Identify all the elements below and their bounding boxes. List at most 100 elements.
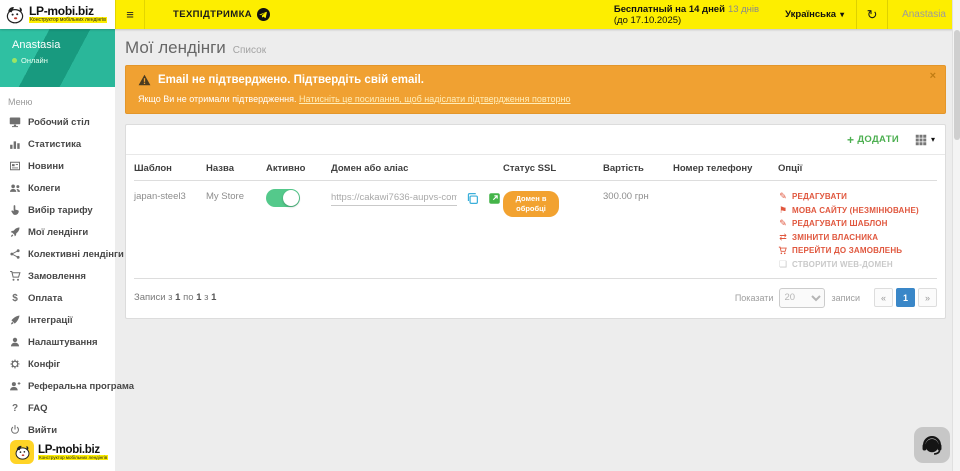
profile-status: Онлайн	[21, 56, 48, 65]
profile-block: Anastasia Онлайн	[0, 29, 115, 87]
gears-icon	[9, 358, 21, 370]
sidebar-footer-logo[interactable]: LP-mobi.biz Конструктор мобільних лендін…	[0, 435, 115, 469]
user-menu[interactable]: Anastasia	[888, 0, 960, 29]
logo-title: LP-mobi.biz	[29, 6, 107, 17]
main-content: Мої лендінги Список Email не підтверджен…	[115, 29, 952, 471]
menu-section-label: Меню	[0, 87, 115, 111]
pagination-page-1-button[interactable]: 1	[896, 288, 915, 307]
col-header-name: Назва	[206, 155, 266, 180]
col-header-template: Шаблон	[134, 155, 206, 180]
sidebar-item-my-landings[interactable]: Мої лендінги	[0, 221, 115, 243]
close-icon[interactable]: ×	[930, 71, 936, 81]
scrollbar-thumb[interactable]	[954, 30, 960, 140]
sidebar-item-label: Колеги	[28, 183, 60, 194]
sidebar-item-label: Новини	[28, 161, 64, 172]
page-subtitle: Список	[233, 45, 266, 56]
domain-input[interactable]	[331, 191, 457, 206]
option-edit-template-link[interactable]: ✎ РЕДАГУВАТИ ШАБЛОН	[778, 218, 935, 229]
exchange-icon: ⇄	[778, 232, 788, 243]
option-change-owner-link[interactable]: ⇄ ЗМІНИТИ ВЛАСНИКА	[778, 232, 935, 243]
sidebar-item-payment[interactable]: $ Оплата	[0, 287, 115, 309]
sidebar-item-label: Вибір тарифу	[28, 205, 93, 216]
flag-icon: ⚑	[778, 205, 788, 216]
trial-status: Бесплатный на 14 дней13 днів (до 17.10.2…	[614, 0, 773, 29]
sidebar-item-settings[interactable]: Налаштування	[0, 331, 115, 353]
sidebar-item-referral[interactable]: Реферальна програма	[0, 375, 115, 397]
hand-pointer-icon	[9, 204, 21, 216]
news-icon	[9, 160, 21, 172]
edit-icon: ✎	[778, 191, 788, 202]
option-site-language-link[interactable]: ⚑ МОВА САЙТУ (НЕЗМІНЮВАНЕ)	[778, 205, 935, 216]
sidebar-item-config[interactable]: Конфіг	[0, 353, 115, 375]
support-label: ТЕХПІДТРИМКА	[173, 9, 252, 20]
language-selector[interactable]: Українська ▾	[773, 0, 856, 29]
footer-logo-subtitle: Конструктор мобільних лендінгів	[38, 455, 108, 460]
sidebar-item-news[interactable]: Новини	[0, 155, 115, 177]
banner-title: Email не підтверджено. Підтвердіть свій …	[158, 74, 424, 86]
trial-plan-label: Бесплатный на 14 дней	[614, 4, 725, 15]
option-edit-link[interactable]: ✎ РЕДАГУВАТИ	[778, 191, 935, 202]
option-go-to-orders-link[interactable]: ПЕРЕЙТИ ДО ЗАМОВЛЕНЬ	[778, 245, 935, 256]
telegram-icon	[257, 8, 270, 21]
sidebar-item-orders[interactable]: Замовлення	[0, 265, 115, 287]
sidebar-item-collective-landings[interactable]: Колективні лендінги	[0, 243, 115, 265]
show-label: Показати	[735, 293, 774, 303]
headset-icon	[920, 433, 944, 457]
copy-icon[interactable]	[466, 192, 479, 205]
question-icon: ?	[9, 402, 21, 414]
email-warning-banner: Email не підтверджено. Підтвердіть свій …	[125, 65, 946, 114]
edit-icon: ✎	[778, 218, 788, 229]
sidebar-item-integrations[interactable]: Інтеграції	[0, 309, 115, 331]
table-row: japan-steel3 My Store	[134, 181, 937, 279]
sidebar-item-colleagues[interactable]: Колеги	[0, 177, 115, 199]
option-create-web-domain-link[interactable]: ❏ СТВОРИТИ WEB-ДОМЕН	[778, 259, 935, 270]
ssl-status-badge: Домен в обробці	[503, 191, 559, 217]
active-toggle[interactable]	[266, 189, 300, 207]
share-icon	[9, 248, 21, 260]
page-size-select[interactable]: 20	[779, 288, 825, 308]
col-header-phone: Номер телефону	[673, 155, 778, 180]
dog-logo-icon	[10, 440, 34, 464]
records-info: Записи з 1 по 1 з 1	[134, 292, 216, 303]
records-label: записи	[831, 293, 860, 303]
dog-logo-icon	[5, 5, 25, 25]
trial-days-left: 13 днів	[728, 4, 759, 15]
warning-icon	[138, 74, 151, 86]
page-scrollbar[interactable]	[952, 0, 960, 471]
logo-subtitle: Конструктор мобільних лендінгів	[29, 17, 107, 23]
tech-support-link[interactable]: ТЕХПІДТРИМКА	[159, 0, 284, 29]
sidebar-item-tariff[interactable]: Вибір тарифу	[0, 199, 115, 221]
sidebar-item-label: Оплата	[28, 293, 62, 304]
col-header-active: Активно	[266, 155, 331, 180]
pagination-prev-button[interactable]: «	[874, 288, 893, 307]
sidebar-item-statistics[interactable]: Статистика	[0, 133, 115, 155]
sidebar: Anastasia Онлайн Меню Робочий стіл Стати…	[0, 29, 115, 471]
sidebar-item-faq[interactable]: ? FAQ	[0, 397, 115, 419]
users-icon	[9, 182, 21, 194]
sidebar-toggle-button[interactable]: ≡	[115, 0, 145, 29]
sidebar-item-label: Статистика	[28, 139, 81, 150]
open-external-icon[interactable]	[488, 192, 501, 205]
profile-name: Anastasia	[12, 39, 115, 51]
pagination-next-button[interactable]: »	[918, 288, 937, 307]
cart-icon	[778, 246, 788, 255]
sidebar-item-label: Налаштування	[28, 337, 98, 348]
col-header-ssl: Статус SSL	[503, 155, 603, 180]
sidebar-item-label: Замовлення	[28, 271, 86, 282]
pen-icon	[9, 314, 21, 326]
chevron-down-icon: ▾	[840, 10, 844, 19]
add-landing-button[interactable]: + ДОДАТИ	[847, 133, 899, 147]
sidebar-item-label: Конфіг	[28, 359, 60, 370]
column-settings-button[interactable]: ▾	[915, 134, 935, 146]
footer-logo-title: LP-mobi.biz	[38, 445, 108, 455]
sidebar-item-label: Інтеграції	[28, 315, 73, 326]
app-logo[interactable]: LP-mobi.biz Конструктор мобільних лендін…	[0, 0, 115, 29]
support-chat-widget[interactable]	[914, 427, 950, 463]
rocket-icon	[9, 226, 21, 238]
topbar: LP-mobi.biz Конструктор мобільних лендін…	[0, 0, 960, 29]
col-header-options: Опції	[778, 155, 937, 180]
refresh-button[interactable]: ↻	[856, 0, 888, 29]
sidebar-item-desktop[interactable]: Робочий стіл	[0, 111, 115, 133]
sidebar-item-label: Колективні лендінги	[28, 249, 124, 260]
resend-confirmation-link[interactable]: Натисніть це посилання, щоб надіслати пі…	[299, 94, 570, 104]
